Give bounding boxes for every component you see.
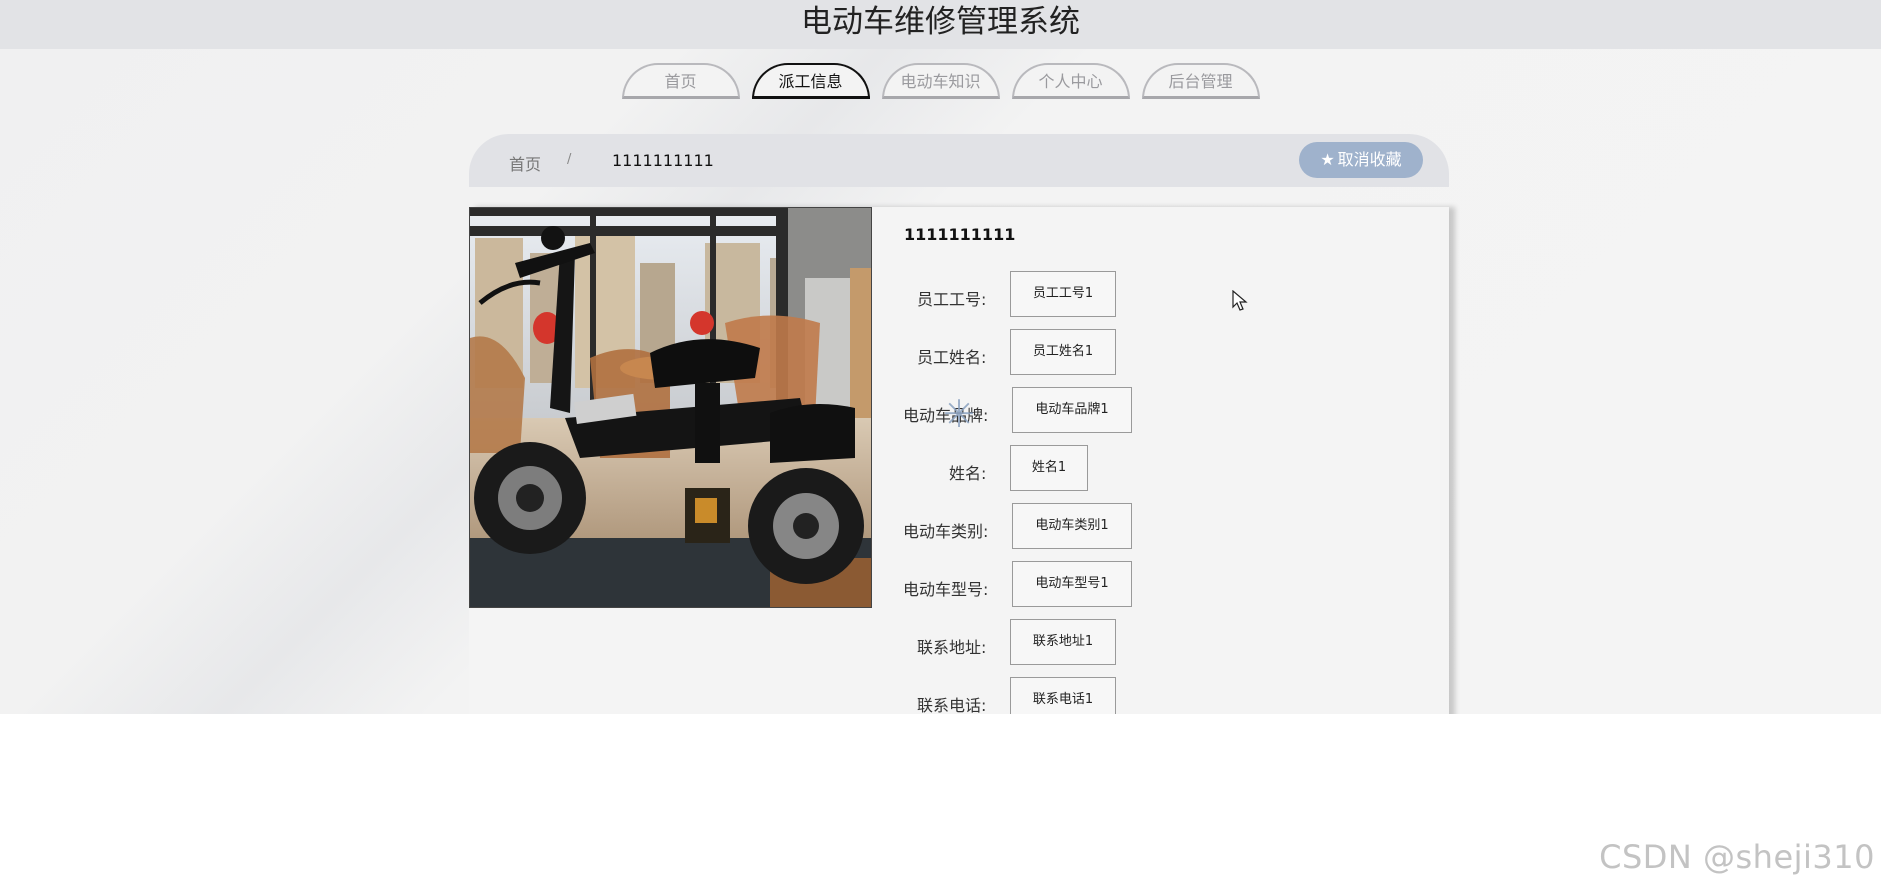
breadcrumb-separator: / <box>567 152 572 167</box>
nav-tab-personal-center[interactable]: 个人中心 <box>1011 63 1130 99</box>
detail-title: 1111111111 <box>904 225 1016 244</box>
top-header: 电动车维修管理系统 <box>0 0 1881 49</box>
field-value-name: 姓名1 <box>1010 445 1088 491</box>
nav-tab-dispatch-info[interactable]: 派工信息 <box>751 63 870 99</box>
nav-tab-admin[interactable]: 后台管理 <box>1141 63 1260 99</box>
field-value-ebike-brand: 电动车品牌1 <box>1012 387 1132 433</box>
page-viewport: 电动车维修管理系统 首页 派工信息 电动车知识 个人中心 后台管理 首页 / 11111… <box>0 0 1881 714</box>
field-label-employee-id: 员工工号: <box>917 290 987 309</box>
field-value-ebike-category: 电动车类别1 <box>1012 503 1132 549</box>
field-value-phone: 联系电话1 <box>1010 677 1116 714</box>
field-value-ebike-model: 电动车型号1 <box>1012 561 1132 607</box>
field-label-ebike-category: 电动车类别: <box>903 522 989 541</box>
electric-bike-illustration <box>470 208 871 607</box>
field-label-phone: 联系电话: <box>917 696 987 714</box>
field-value-address: 联系地址1 <box>1010 619 1116 665</box>
field-value-employee-id: 员工工号1 <box>1010 271 1116 317</box>
nav-tab-home[interactable]: 首页 <box>621 63 740 99</box>
loading-spinner-icon: ✳ <box>943 392 975 436</box>
main-nav: 首页 派工信息 电动车知识 个人中心 后台管理 <box>0 63 1881 99</box>
field-label-ebike-model: 电动车型号: <box>903 580 989 599</box>
csdn-watermark: CSDN @sheji310 <box>1599 838 1875 876</box>
cancel-favorite-label: 取消收藏 <box>1337 150 1402 169</box>
field-label-address: 联系地址: <box>917 638 987 657</box>
breadcrumb: 首页 / 1111111111 ★ 取消收藏 <box>469 134 1449 187</box>
nav-tab-ebike-knowledge[interactable]: 电动车知识 <box>881 63 1000 99</box>
site-title: 电动车维修管理系统 <box>801 4 1080 40</box>
breadcrumb-home-link[interactable]: 首页 <box>509 151 541 175</box>
field-value-employee-name: 员工姓名1 <box>1010 329 1116 375</box>
cancel-favorite-button[interactable]: ★ 取消收藏 <box>1299 142 1423 178</box>
breadcrumb-current: 1111111111 <box>612 151 714 170</box>
mouse-cursor-icon <box>1232 290 1248 311</box>
field-label-employee-name: 员工姓名: <box>917 348 987 367</box>
detail-panel: 1111111111 员工工号: 员工工号1 员工姓名: 员工姓名1 电动车品牌… <box>469 207 1449 714</box>
field-label-name: 姓名: <box>949 464 987 483</box>
star-icon: ★ <box>1320 150 1335 169</box>
electric-bike-photo <box>469 207 872 608</box>
